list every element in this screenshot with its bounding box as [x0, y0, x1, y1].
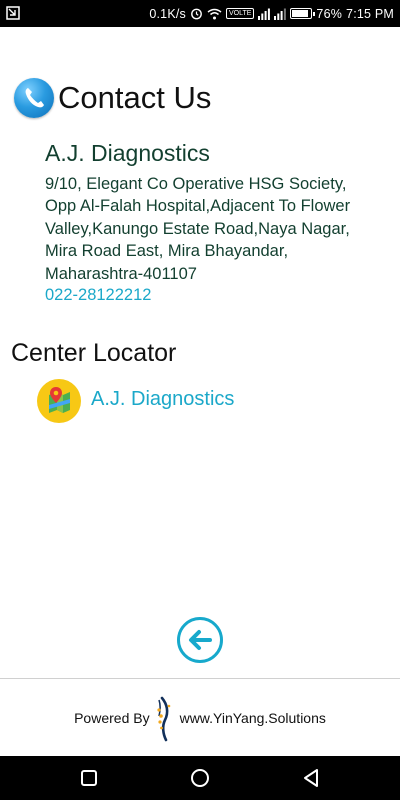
recents-button[interactable]	[78, 767, 100, 789]
volte-badge: VOLTE	[225, 8, 255, 19]
phone-icon	[14, 78, 54, 118]
clock: 7:15 PM	[346, 6, 394, 21]
signal-icon-2	[274, 8, 287, 20]
alarm-icon	[191, 8, 202, 20]
system-nav-bar	[0, 756, 400, 800]
website-link[interactable]: www.YinYang.Solutions	[180, 710, 326, 726]
wifi-icon	[207, 8, 222, 19]
network-speed: 0.1K/s	[149, 6, 186, 21]
address-line: 9/10, Elegant Co Operative HSG Society,	[45, 175, 347, 193]
back-button[interactable]	[177, 617, 223, 663]
center-locator-link[interactable]: A.J. Diagnostics	[91, 388, 234, 411]
page-title: Contact Us	[58, 80, 212, 115]
address-line: Opp Al-Falah Hospital,Adjacent To Flower	[45, 197, 351, 216]
address-line: Valley,Kanungo Estate Road,Naya Nagar,	[45, 219, 350, 238]
map-pin-icon[interactable]	[37, 379, 81, 423]
address: 9/10, Elegant Co Operative HSG Society, …	[45, 173, 390, 285]
address-line: Mira Road East, Mira Bhayandar,	[45, 242, 289, 261]
system-back-button[interactable]	[300, 767, 322, 789]
powered-by-label: Powered By	[74, 710, 150, 726]
battery-icon	[290, 8, 316, 19]
screen-cast-icon	[6, 6, 20, 20]
footer: Powered By www.YinYang.Solutions	[0, 690, 400, 746]
section-title-center-locator: Center Locator	[11, 339, 177, 367]
status-bar: 0.1K/s VOLTE 76% 7:15 PM	[0, 0, 400, 27]
yinyang-logo-icon	[156, 696, 170, 742]
lab-name: A.J. Diagnostics	[45, 140, 210, 166]
phone-link[interactable]: 022-28122212	[45, 286, 151, 305]
home-button[interactable]	[189, 767, 211, 789]
back-arrow-icon	[189, 630, 212, 650]
footer-divider	[0, 678, 400, 679]
battery-percent: 76%	[316, 6, 343, 21]
signal-icon-1	[258, 8, 271, 20]
address-line: Maharashtra-401107	[45, 264, 197, 283]
